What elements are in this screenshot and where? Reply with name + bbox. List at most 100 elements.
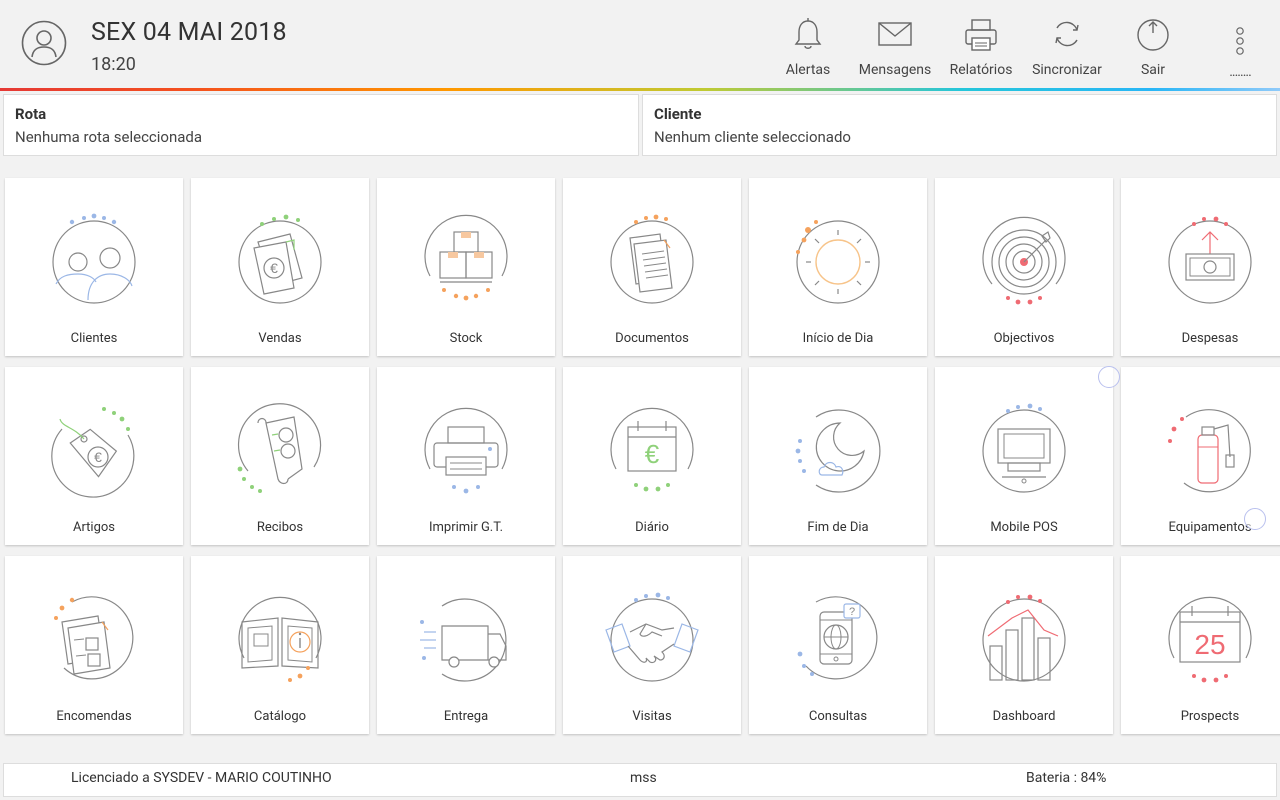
tile-label: Stock — [449, 331, 483, 346]
clients-icon — [52, 213, 136, 304]
alerts-label: Alertas — [785, 62, 831, 78]
tile-label: Documentos — [615, 331, 689, 346]
dashboard-chart-icon — [982, 594, 1066, 682]
tile-label: Artigos — [72, 520, 116, 535]
catalog-book-icon — [238, 596, 322, 682]
tile-prospects[interactable]: 25 Prospects — [1121, 556, 1280, 734]
tile-diario[interactable]: € Diário — [563, 367, 741, 545]
sync-label: Sincronizar — [1032, 62, 1102, 78]
envelope-icon — [878, 22, 912, 46]
delivery-truck-icon — [420, 598, 507, 682]
svg-text:€: € — [645, 439, 660, 469]
tile-recibos[interactable]: Recibos — [191, 367, 369, 545]
price-tag-icon: € — [51, 407, 135, 498]
tile-label: Diário — [635, 520, 669, 535]
header-gradient-divider — [0, 88, 1280, 91]
sun-icon — [796, 220, 880, 304]
tile-label: Vendas — [258, 331, 302, 346]
tile-label: Objectivos — [993, 331, 1055, 346]
more-menu-button[interactable]: ........ — [1222, 26, 1258, 80]
tile-stock[interactable]: Stock — [377, 178, 555, 356]
tile-encomendas[interactable]: Encomendas — [5, 556, 183, 734]
tile-label: Consultas — [808, 709, 868, 724]
tile-consultas[interactable]: ? Consultas — [749, 556, 927, 734]
more-menu-label: ........ — [1229, 64, 1252, 80]
tile-label: Mobile POS — [990, 520, 1058, 535]
tile-entrega[interactable]: Entrega — [377, 556, 555, 734]
receipts-icon — [237, 403, 322, 493]
route-title: Rota — [15, 105, 47, 123]
tile-despesas[interactable]: Despesas — [1121, 178, 1280, 356]
calendar-25-icon: 25 — [1168, 596, 1252, 683]
printer-icon — [424, 407, 508, 494]
tile-visitas[interactable]: Visitas — [563, 556, 741, 734]
tile-clientes[interactable]: Clientes — [5, 178, 183, 356]
moon-icon — [795, 409, 881, 493]
printer-icon — [965, 19, 997, 51]
tile-objectivos[interactable]: Objectivos — [935, 178, 1113, 356]
sync-button[interactable]: Sincronizar — [1022, 0, 1112, 88]
tile-imprimir-gt[interactable]: Imprimir G.T. — [377, 367, 555, 545]
tablet-globe-icon: ? — [797, 596, 878, 680]
current-time: 18:20 — [91, 54, 136, 75]
pos-terminal-icon — [982, 403, 1066, 493]
tile-dashboard[interactable]: Dashboard — [935, 556, 1113, 734]
stock-boxes-icon — [424, 214, 508, 301]
exit-label: Sair — [1140, 62, 1166, 78]
handshake-icon — [605, 592, 699, 682]
fire-extinguisher-icon — [1168, 409, 1251, 493]
tile-mobile-pos[interactable]: Mobile POS — [935, 367, 1113, 545]
route-panel[interactable]: Rota Nenhuma rota seleccionada — [3, 94, 639, 156]
sync-icon — [1055, 21, 1079, 47]
sales-icon: € — [238, 214, 322, 304]
messages-button[interactable]: Mensagens — [850, 0, 940, 88]
battery-status: Bateria : 84% — [1026, 770, 1107, 786]
user-avatar-icon[interactable] — [21, 20, 67, 66]
tile-label: Recibos — [256, 520, 304, 535]
orders-icon — [54, 596, 134, 680]
license-text: Licenciado a SYSDEV - MARIO COUTINHO — [71, 770, 332, 786]
alerts-button[interactable]: Alertas — [763, 0, 853, 88]
tile-label: Despesas — [1181, 331, 1239, 346]
reports-label: Relatórios — [949, 62, 1013, 78]
user-code: mss — [630, 770, 657, 786]
tile-label: Imprimir G.T. — [428, 520, 504, 535]
more-vertical-icon — [1236, 27, 1244, 55]
client-panel[interactable]: Cliente Nenhum cliente seleccionado — [642, 94, 1277, 156]
tile-fim-dia[interactable]: Fim de Dia — [749, 367, 927, 545]
documents-icon — [610, 214, 694, 304]
tile-label: Visitas — [632, 709, 672, 724]
tile-label: Prospects — [1180, 709, 1240, 724]
svg-text:€: € — [270, 260, 278, 276]
power-icon — [1137, 19, 1169, 51]
calendar-euro-icon: € — [610, 407, 694, 492]
touch-indicator — [1244, 508, 1266, 530]
tile-catalogo[interactable]: Catálogo — [191, 556, 369, 734]
tile-label: Catálogo — [253, 709, 307, 724]
current-date: SEX 04 MAI 2018 — [91, 18, 287, 47]
tile-label: Clientes — [70, 331, 118, 346]
reports-button[interactable]: Relatórios — [936, 0, 1026, 88]
messages-label: Mensagens — [858, 62, 932, 78]
app-header: SEX 04 MAI 2018 18:20 Alertas Mensagens — [0, 0, 1280, 88]
tile-artigos[interactable]: € Artigos — [5, 367, 183, 545]
tile-label: Dashboard — [992, 709, 1056, 724]
expenses-icon — [1168, 216, 1252, 304]
tile-label: Fim de Dia — [807, 520, 869, 535]
tile-label: Entrega — [443, 709, 489, 724]
touch-indicator — [1098, 366, 1120, 388]
target-icon — [982, 216, 1066, 305]
status-footer: Licenciado a SYSDEV - MARIO COUTINHO mss… — [3, 763, 1277, 797]
tile-inicio-dia[interactable]: Início de Dia — [749, 178, 927, 356]
route-value: Nenhuma rota seleccionada — [15, 128, 203, 146]
svg-text:€: € — [94, 449, 102, 465]
client-value: Nenhum cliente seleccionado — [654, 128, 851, 146]
bell-icon — [794, 18, 822, 49]
exit-button[interactable]: Sair — [1108, 0, 1198, 88]
svg-text:?: ? — [849, 606, 855, 618]
tile-vendas[interactable]: € Vendas — [191, 178, 369, 356]
tile-label: Início de Dia — [802, 331, 874, 346]
svg-text:25: 25 — [1194, 629, 1225, 660]
tile-label: Encomendas — [56, 709, 132, 724]
tile-documentos[interactable]: Documentos — [563, 178, 741, 356]
